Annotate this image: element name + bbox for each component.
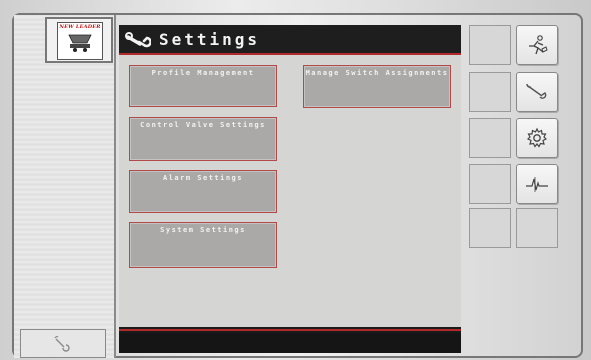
manage-switch-assignments-button[interactable]: Manage Switch Assignments [303,65,451,108]
gear-button[interactable] [516,118,558,158]
operator-button[interactable] [516,25,558,65]
logo-brand-text: NEW LEADER [59,24,101,30]
left-wrench-button[interactable] [20,329,106,358]
right-button-column [466,25,561,353]
spreader-icon [68,34,92,52]
wrench-icon [526,83,547,99]
empty-slot [469,208,511,248]
settings-content: Profile Management Control Valve Setting… [119,55,461,327]
alarm-settings-button[interactable]: Alarm Settings [129,170,277,213]
empty-slot [469,72,511,112]
diagnostics-waveform-icon [526,177,548,192]
title-bar: Settings [119,25,461,53]
new-leader-logo: NEW LEADER [57,22,103,60]
wrench-icon [125,32,151,48]
page-title: Settings [159,29,261,49]
control-valve-settings-button[interactable]: Control Valve Settings [129,117,277,161]
empty-slot [469,118,511,158]
wrench-button[interactable] [516,72,558,112]
empty-slot [516,208,558,248]
diagnostics-button[interactable] [516,164,558,204]
wrench-icon [54,335,70,352]
logo-box[interactable]: NEW LEADER [45,17,113,63]
main-screen: Settings Profile Management Control Valv… [119,25,461,353]
bottom-divider [119,329,461,331]
gear-icon [526,127,548,148]
system-settings-button[interactable]: System Settings [129,222,277,268]
empty-slot [469,25,511,65]
operator-running-icon [529,35,548,55]
left-panel [14,15,116,358]
empty-slot [469,164,511,204]
bottom-bar [119,333,461,353]
profile-management-button[interactable]: Profile Management [129,65,277,107]
